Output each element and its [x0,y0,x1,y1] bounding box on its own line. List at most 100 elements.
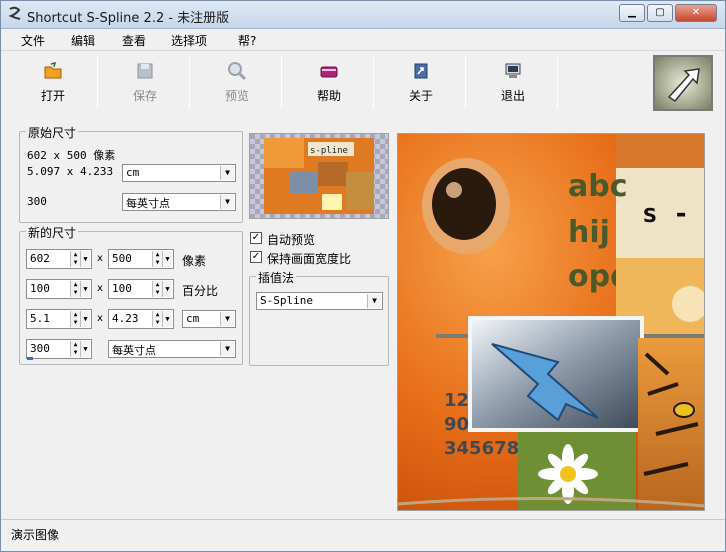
pct-unit-label: 百分比 [182,284,219,298]
toolbar-separator [189,57,190,109]
original-size-title: 原始尺寸 [26,124,79,141]
toolbar-separator [373,57,374,109]
width-cm-field[interactable]: 5.1 ▲ ▼ ▼ [26,309,92,329]
interpolation-value: S-Spline [260,294,313,307]
exit-label: 退出 [500,89,525,103]
exit-button[interactable]: 退出 [469,53,557,113]
original-unit-value: cm [126,166,140,179]
original-physical: 5.097 x 4.233 [27,165,114,178]
preview-numbers-3: 345678 [444,438,519,459]
app-icon [8,6,21,20]
menu-bar: 文件 编辑 查看 选择项 帮? [1,29,725,51]
times-symbol: x [97,283,103,294]
save-label: 保存 [132,89,157,103]
original-dpi: 300 [27,195,47,208]
chevron-down-icon: ▼ [220,342,234,356]
preview-magnifier-icon [228,62,247,81]
toolbar: 打开 保存 预览 帮助 关于 退出 [9,53,717,115]
preview-letters-2: hij [568,215,610,250]
chevron-down-icon: ▼ [220,195,234,209]
width-cm-value: 5.1 [30,312,50,325]
menu-edit[interactable]: 编辑 [71,32,95,49]
interpolation-title: 插值法 [256,269,297,286]
chevron-down-icon[interactable]: ▼ [80,281,90,297]
app-logo [653,55,713,111]
thumbnail-text: s-pline [310,146,348,156]
toolbar-separator [97,57,98,109]
app-window: Shortcut S-Spline 2.2 - 未注册版 ▁ ▢ ✕ 文件 编辑… [0,0,726,552]
new-dpi-value: 300 [30,342,50,355]
thumbnail-graphic: s-pline [250,134,388,218]
logo-arrow-icon [667,68,700,103]
preview-numbers-2: 90 [444,414,469,435]
preview-numbers-1: 12 [444,390,469,411]
spinner-up-down-icon[interactable]: ▲ ▼ [70,341,80,357]
chevron-down-icon[interactable]: ▼ [80,251,90,267]
chevron-down-icon[interactable]: ▼ [162,251,172,267]
original-unit-select[interactable]: cm ▼ [122,164,236,182]
spinner-up-down-icon[interactable]: ▲ ▼ [152,251,162,267]
spinner-up-down-icon[interactable]: ▲ ▼ [152,281,162,297]
chevron-down-icon: ▼ [220,166,234,180]
close-button[interactable]: ✕ [675,4,717,22]
preview-s-label: s - [642,199,689,229]
maximize-button[interactable]: ▢ [647,4,673,22]
chevron-down-icon: ▼ [220,312,234,326]
menu-help[interactable]: 帮? [238,32,256,49]
original-dpi-unit-value: 每英寸点 [126,197,170,210]
chevron-down-icon[interactable]: ▼ [80,311,90,327]
preview-image[interactable]: s - abc hij opqr 12 90 345678 [397,133,705,511]
save-disk-icon [137,63,153,79]
thumbnail-image[interactable]: s-pline [249,133,389,219]
title-bar[interactable]: Shortcut S-Spline 2.2 - 未注册版 ▁ ▢ ✕ [1,1,725,29]
spinner-up-down-icon[interactable]: ▲ ▼ [70,251,80,267]
chevron-down-icon[interactable]: ▼ [162,281,172,297]
height-px-field[interactable]: 500 ▲ ▼ ▼ [108,249,174,269]
toolbar-separator [465,57,466,109]
height-pct-value: 100 [112,282,132,295]
interpolation-group: 插值法 [249,269,389,366]
open-folder-icon [44,61,62,79]
new-dpi-field[interactable]: 300 ▲ ▼ ▼ [26,339,92,359]
height-pct-field[interactable]: 100 ▲ ▼ ▼ [108,279,174,299]
auto-preview-checkbox[interactable]: ✓ [250,232,262,244]
width-px-value: 602 [30,252,50,265]
new-size-title: 新的尺寸 [26,224,79,241]
times-symbol: x [97,253,103,264]
help-button[interactable]: 帮助 [285,53,373,113]
about-button[interactable]: 关于 [377,53,465,113]
new-dpi-unit-select[interactable]: 每英寸点 ▼ [108,340,236,358]
new-unit-select[interactable]: cm ▼ [182,310,236,328]
about-icon [414,63,428,79]
minimize-button[interactable]: ▁ [619,4,645,22]
preview-label: 预览 [224,89,249,103]
menu-view[interactable]: 查看 [122,32,146,49]
chevron-down-icon[interactable]: ▼ [162,311,172,327]
width-px-field[interactable]: 602 ▲ ▼ ▼ [26,249,92,269]
px-unit-label: 像素 [182,254,207,268]
width-pct-field[interactable]: 100 ▲ ▼ ▼ [26,279,92,299]
chevron-down-icon[interactable]: ▼ [80,341,90,357]
spinner-up-down-icon[interactable]: ▲ ▼ [152,311,162,327]
exit-computer-icon [505,63,521,78]
interpolation-select[interactable]: S-Spline ▼ [256,292,383,310]
toolbar-separator [557,57,558,109]
about-label: 关于 [408,89,433,103]
height-px-value: 500 [112,252,132,265]
menu-options[interactable]: 选择项 [171,32,207,49]
preview-letters-1: abc [568,169,628,204]
original-dpi-unit-select[interactable]: 每英寸点 ▼ [122,193,236,211]
height-cm-field[interactable]: 4.23 ▲ ▼ ▼ [108,309,174,329]
new-unit-value: cm [186,312,200,325]
save-button[interactable]: 保存 [101,53,189,113]
height-cm-value: 4.23 [112,312,139,325]
open-button[interactable]: 打开 [9,53,97,113]
keep-aspect-checkbox[interactable]: ✓ [250,251,262,263]
preview-button[interactable]: 预览 [193,53,281,113]
spinner-up-down-icon[interactable]: ▲ ▼ [70,281,80,297]
menu-file[interactable]: 文件 [21,32,45,49]
times-symbol: x [97,313,103,324]
width-pct-value: 100 [30,282,50,295]
spinner-up-down-icon[interactable]: ▲ ▼ [70,311,80,327]
dpi-progress-indicator [27,357,33,360]
